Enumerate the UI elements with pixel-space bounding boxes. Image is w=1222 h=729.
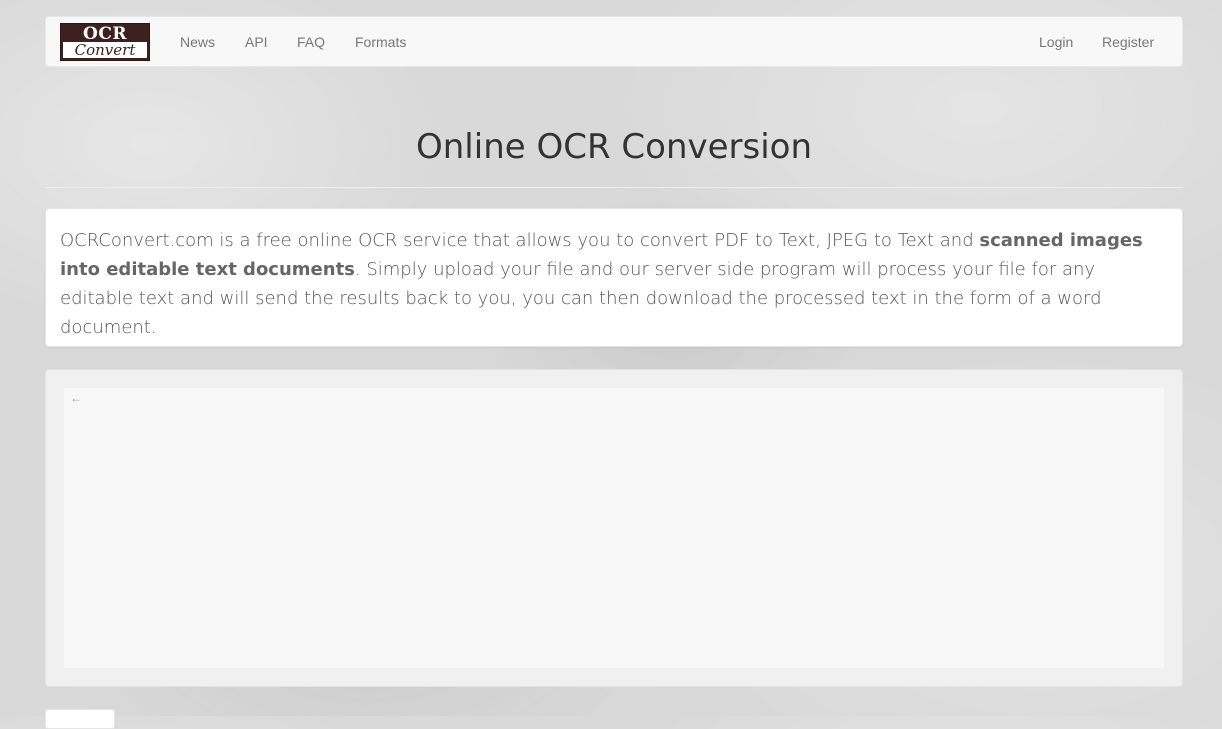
converter-panel: ← <box>45 369 1183 687</box>
page-title: Online OCR Conversion <box>415 127 813 167</box>
nav-link-register[interactable]: Register <box>1102 17 1154 68</box>
nav-link-api[interactable]: API <box>245 17 268 68</box>
logo-text-convert: Convert <box>63 42 147 58</box>
title-divider <box>45 187 1183 188</box>
intro-paragraph: OCRConvert.com is a free online OCR serv… <box>60 226 1168 342</box>
left-arrow-icon[interactable]: ← <box>68 388 84 408</box>
top-navbar: OCR Convert News API FAQ Formats Login R… <box>45 16 1183 67</box>
nav-link-formats[interactable]: Formats <box>355 17 406 68</box>
ocrconvert-logo[interactable]: OCR Convert <box>60 23 150 61</box>
nav-link-faq[interactable]: FAQ <box>297 17 325 68</box>
intro-text-part1: OCRConvert.com is a free online OCR serv… <box>60 230 980 251</box>
nav-link-login[interactable]: Login <box>1039 17 1073 68</box>
converter-frame: ← <box>64 388 1164 668</box>
intro-panel: OCRConvert.com is a free online OCR serv… <box>45 208 1183 347</box>
bottom-panel-edge <box>45 709 115 729</box>
nav-link-news[interactable]: News <box>180 17 215 68</box>
